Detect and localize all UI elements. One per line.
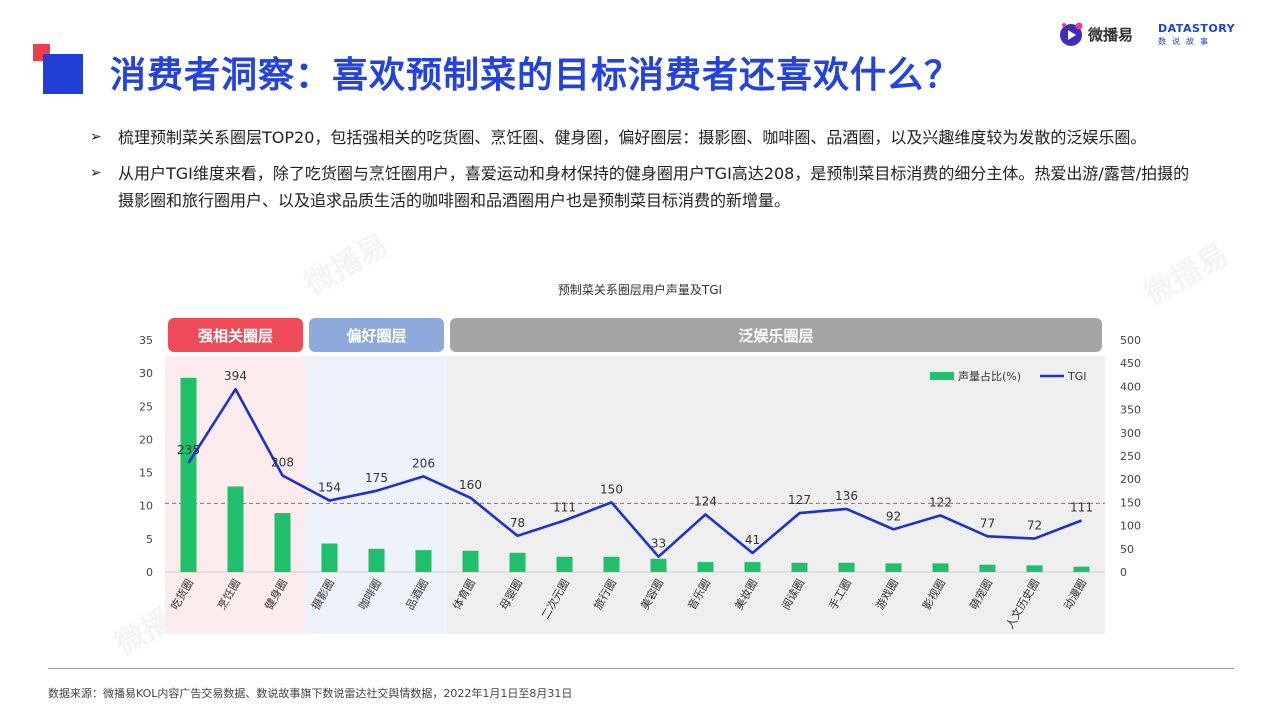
y-right-tick-label: 100 — [1120, 520, 1141, 533]
legend-bar-swatch — [930, 372, 954, 380]
tgi-data-label: 41 — [745, 533, 760, 547]
group-header-label: 强相关圈层 — [198, 327, 273, 345]
y-right-tick-label: 450 — [1120, 357, 1141, 370]
tgi-chart: 预制菜关系圈层用户声量及TGI 强相关圈层 偏好圈层 泛娱乐圈层 0 5 10 15 20 25 3… — [139, 282, 1141, 634]
y-right-tick-label: 50 — [1120, 543, 1134, 556]
tgi-data-label: 72 — [1027, 519, 1042, 533]
y-right-tick-label: 250 — [1120, 450, 1141, 463]
bar — [932, 563, 949, 572]
tgi-data-label: 77 — [980, 516, 995, 530]
bar — [885, 563, 902, 572]
tgi-data-label: 154 — [318, 481, 341, 495]
bar — [697, 562, 714, 572]
bar — [791, 562, 808, 572]
bar — [180, 377, 197, 572]
legend-line-label: TGI — [1067, 370, 1087, 383]
bar — [650, 558, 667, 572]
tgi-data-label: 235 — [177, 443, 200, 457]
y-left-tick-label: 20 — [139, 433, 153, 446]
y-left-tick-label: 0 — [146, 566, 153, 579]
chart-title: 预制菜关系圈层用户声量及TGI — [558, 282, 722, 297]
bar — [321, 543, 338, 572]
bar — [415, 550, 432, 572]
tgi-data-label: 92 — [886, 509, 901, 523]
y-right-tick-label: 500 — [1120, 334, 1141, 347]
tgi-data-label: 160 — [459, 478, 482, 492]
tgi-data-label: 394 — [224, 369, 247, 383]
bar — [227, 486, 244, 572]
footer-divider — [48, 668, 1234, 669]
tgi-data-label: 175 — [365, 471, 388, 485]
y-left-tick-label: 10 — [139, 500, 153, 513]
tgi-data-label: 33 — [651, 537, 666, 551]
tgi-data-label: 111 — [1070, 500, 1093, 514]
bar — [368, 548, 385, 572]
data-source-note: 数据来源：微播易KOL内容广告交易数据、数说故事旗下数说雷达社交舆情数据，202… — [48, 687, 573, 700]
y-right-tick-label: 0 — [1120, 566, 1127, 579]
tgi-data-label: 127 — [788, 493, 811, 507]
y-left-tick-label: 30 — [139, 367, 153, 380]
y-left-tick-label: 15 — [139, 467, 153, 480]
tgi-data-label: 136 — [835, 489, 858, 503]
bar — [509, 552, 526, 572]
y-right-tick-label: 400 — [1120, 380, 1141, 393]
group-header-label: 偏好圈层 — [346, 327, 406, 345]
y-right-tick-label: 200 — [1120, 473, 1141, 486]
tgi-data-label: 206 — [412, 456, 435, 470]
y-right-tick-label: 350 — [1120, 404, 1141, 417]
tgi-data-label: 124 — [694, 494, 717, 508]
bar — [1073, 566, 1090, 572]
y-left-tick-label: 5 — [146, 533, 153, 546]
tgi-data-label: 208 — [271, 455, 294, 469]
y-right-tick-label: 300 — [1120, 427, 1141, 440]
bar — [274, 513, 291, 572]
bar — [744, 562, 761, 572]
bar — [556, 556, 573, 572]
tgi-data-label: 122 — [929, 495, 952, 509]
y-right-tick-label: 150 — [1120, 496, 1141, 509]
group-band — [447, 356, 1105, 634]
y-left-tick-label: 35 — [139, 334, 153, 347]
tgi-data-label: 78 — [510, 516, 525, 530]
bar — [1026, 565, 1043, 572]
tgi-data-label: 150 — [600, 482, 623, 496]
bar — [462, 550, 479, 572]
bar — [838, 562, 855, 572]
group-header-label: 泛娱乐圈层 — [738, 327, 813, 345]
bar — [603, 556, 620, 572]
tgi-data-label: 111 — [553, 500, 576, 514]
y-left-tick-label: 25 — [139, 400, 153, 413]
bar — [979, 564, 996, 572]
legend-bar-label: 声量占比(%) — [958, 369, 1021, 383]
